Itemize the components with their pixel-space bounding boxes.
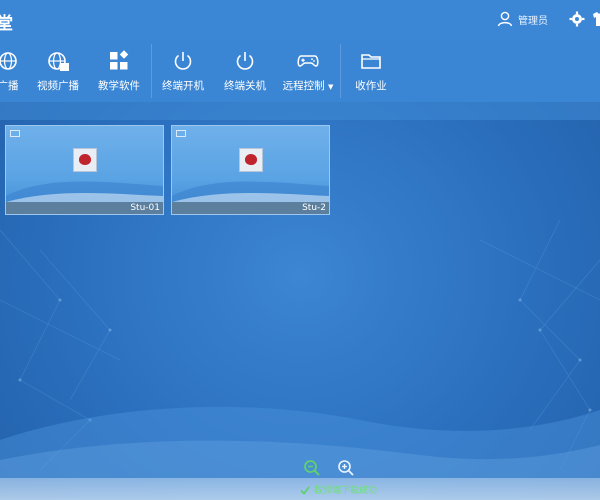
user-icon bbox=[497, 11, 513, 27]
globe-icon bbox=[0, 52, 17, 70]
globe-video-icon bbox=[48, 52, 69, 71]
terminal-footer: Stu-2 bbox=[172, 202, 329, 214]
terminal-name: Stu-01 bbox=[130, 203, 160, 213]
toolbar-broadcast-label: 广播 bbox=[0, 80, 19, 92]
toolbar-broadcast[interactable]: 广播 bbox=[0, 40, 28, 102]
gear-icon[interactable] bbox=[569, 11, 585, 27]
toolbar-video-broadcast-label: 视频广播 bbox=[37, 80, 79, 92]
toolbar-terminal-power-off[interactable]: 终端关机 bbox=[220, 40, 270, 102]
toolbar-collect-homework-label: 收作业 bbox=[355, 80, 387, 92]
apps-icon bbox=[110, 50, 129, 70]
check-icon bbox=[300, 485, 310, 495]
terminal-card[interactable]: Stu-01 bbox=[5, 125, 164, 215]
shirt-icon[interactable] bbox=[592, 11, 600, 27]
power-icon bbox=[236, 52, 254, 70]
toolbar-teaching-software[interactable]: 教学软件 bbox=[94, 40, 144, 102]
zoom-out-icon[interactable] bbox=[303, 459, 321, 477]
app-logo-icon bbox=[79, 154, 91, 165]
zoom-in-icon[interactable] bbox=[337, 459, 355, 477]
user-menu[interactable]: 管理员 bbox=[496, 10, 548, 28]
main-toolbar: 广播 视频广播 教学软件 终端开机 终端关机 远程控制 ▼ 收作业 bbox=[0, 40, 600, 102]
window-mini-icon bbox=[176, 130, 186, 137]
window-mini-icon bbox=[10, 130, 20, 137]
app-logo-icon bbox=[245, 154, 257, 165]
toolbar-shadow-strip bbox=[0, 102, 600, 120]
gamepad-icon bbox=[297, 55, 319, 67]
app-thumbnail bbox=[73, 148, 97, 172]
app-thumbnail bbox=[239, 148, 263, 172]
status-text: 教师端下载成功 bbox=[314, 486, 378, 496]
toolbar-remote-control-label: 远程控制 ▼ bbox=[282, 80, 334, 92]
terminal-card[interactable]: Stu-2 bbox=[171, 125, 330, 215]
toolbar-divider bbox=[340, 44, 341, 98]
toolbar-video-broadcast[interactable]: 视频广播 bbox=[33, 40, 83, 102]
terminal-footer: Stu-01 bbox=[6, 202, 163, 214]
folder-icon bbox=[361, 54, 381, 69]
power-icon bbox=[174, 52, 192, 70]
toolbar-terminal-power-on[interactable]: 终端开机 bbox=[158, 40, 208, 102]
toolbar-teaching-software-label: 教学软件 bbox=[98, 80, 140, 92]
title-bar: 堂 管理员 bbox=[0, 0, 600, 40]
toolbar-collect-homework[interactable]: 收作业 bbox=[348, 40, 394, 102]
toolbar-terminal-power-off-label: 终端关机 bbox=[224, 80, 266, 92]
terminal-name: Stu-2 bbox=[302, 203, 326, 213]
user-name: 管理员 bbox=[518, 15, 548, 27]
status-message: 教师端下载成功 bbox=[300, 483, 377, 496]
toolbar-terminal-power-on-label: 终端开机 bbox=[162, 80, 204, 92]
toolbar-divider bbox=[151, 44, 152, 98]
chevron-down-icon: ▼ bbox=[327, 83, 334, 91]
app-title: 堂 bbox=[0, 14, 14, 34]
toolbar-remote-control[interactable]: 远程控制 ▼ bbox=[278, 40, 338, 102]
